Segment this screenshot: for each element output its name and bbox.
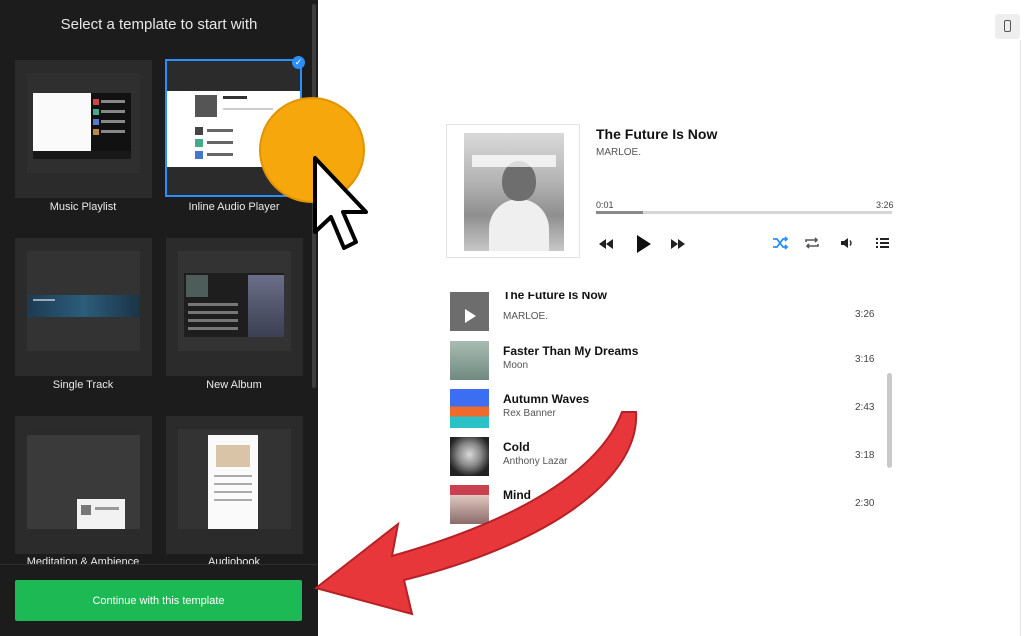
rewind-icon[interactable]	[596, 234, 616, 254]
template-label: Single Track	[52, 379, 114, 391]
template-sidebar: Select a template to start with Music Pl…	[0, 0, 318, 636]
track-art	[450, 437, 489, 476]
fast-forward-icon[interactable]	[668, 234, 688, 254]
template-card-single-track[interactable]	[15, 238, 152, 376]
now-playing-title: The Future Is Now	[596, 126, 718, 142]
template-thumbnail	[27, 251, 140, 351]
track-title: The Future Is Now	[503, 292, 608, 302]
total-time: 3:26	[876, 200, 894, 210]
template-label: Inline Audio Player	[188, 201, 280, 213]
template-label: New Album	[206, 379, 262, 391]
template-card-inline-audio-player[interactable]: ✓	[165, 56, 305, 197]
track-artist: Rex Banner	[503, 408, 556, 419]
track-artist: Moon	[503, 360, 529, 371]
track-art	[450, 341, 489, 380]
tracklist-scrollbar[interactable]	[887, 373, 892, 468]
sidebar-title: Select a template to start with	[60, 16, 258, 33]
track-duration: 3:26	[855, 309, 875, 320]
progress-bar[interactable]	[596, 211, 892, 214]
template-thumbnail	[27, 73, 140, 173]
repeat-icon[interactable]	[803, 234, 821, 252]
template-thumbnail	[167, 91, 300, 167]
current-time: 0:01	[596, 200, 614, 210]
selected-check-icon: ✓	[292, 56, 305, 69]
shuffle-icon[interactable]	[771, 234, 789, 252]
track-row[interactable]: Mind 2:30	[450, 485, 880, 525]
track-artist: Anthony Lazar	[503, 456, 568, 467]
playlist-icon[interactable]	[873, 234, 891, 252]
template-card-new-album[interactable]	[166, 238, 303, 376]
template-thumbnail	[27, 429, 140, 529]
template-card-audiobook[interactable]	[166, 416, 303, 554]
track-row[interactable]: Autumn Waves Rex Banner 2:43	[450, 389, 880, 429]
preview-divider	[1020, 40, 1021, 636]
now-playing-artist: MARLOE.	[596, 147, 642, 158]
template-thumbnail	[178, 251, 291, 351]
track-title: Faster Than My Dreams	[503, 344, 639, 358]
mouse-cursor-icon	[313, 156, 368, 250]
track-title: Mind	[503, 488, 531, 502]
volume-icon[interactable]	[838, 234, 856, 252]
track-duration: 3:18	[855, 450, 875, 461]
template-label: Music Playlist	[49, 201, 117, 213]
continue-button[interactable]: Continue with this template	[15, 580, 302, 621]
track-artist: MARLOE.	[503, 311, 549, 322]
track-duration: 2:43	[855, 402, 875, 413]
play-icon[interactable]	[631, 232, 655, 256]
sidebar-scrollbar[interactable]	[312, 4, 316, 388]
template-thumbnail	[178, 429, 291, 529]
album-cover	[446, 124, 580, 258]
template-card-meditation-ambience[interactable]	[15, 416, 152, 554]
track-row[interactable]: Cold Anthony Lazar 3:18	[450, 437, 880, 477]
track-art	[450, 485, 489, 524]
track-row[interactable]: Faster Than My Dreams Moon 3:16	[450, 341, 880, 381]
progress-fill	[596, 211, 644, 214]
track-art	[450, 389, 489, 428]
track-duration: 3:16	[855, 354, 875, 365]
track-duration: 2:30	[855, 498, 875, 509]
mobile-device-icon[interactable]	[995, 14, 1020, 39]
track-title: Autumn Waves	[503, 392, 590, 406]
track-title: Cold	[503, 440, 530, 454]
template-card-music-playlist[interactable]	[15, 60, 152, 198]
track-row[interactable]: The Future Is Now MARLOE. 3:26	[450, 292, 880, 333]
track-art	[450, 292, 489, 331]
